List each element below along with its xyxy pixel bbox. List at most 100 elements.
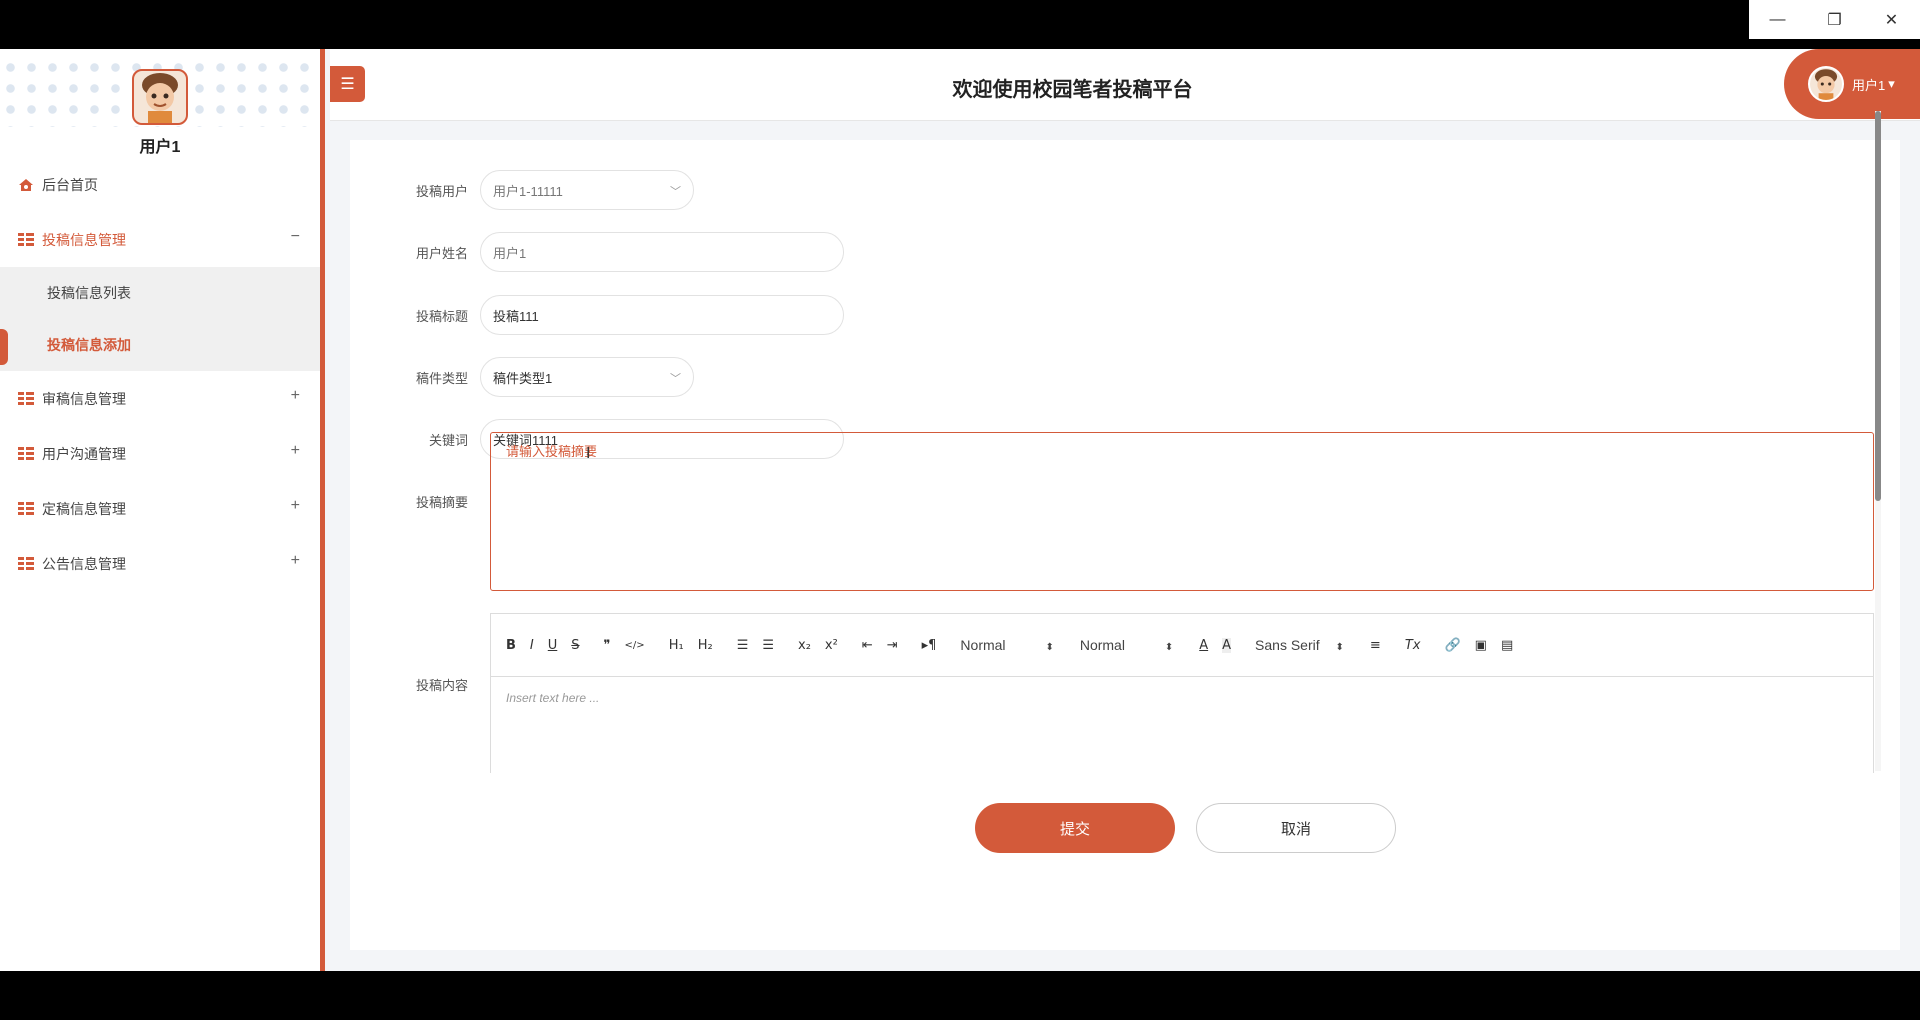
grid-icon <box>18 556 34 571</box>
text-cursor-icon: I <box>586 445 591 462</box>
grid-icon <box>18 446 34 461</box>
sidebar-item-final-management[interactable]: 定稿信息管理 + <box>0 481 320 536</box>
user-menu-name: 用户1 <box>1852 77 1886 93</box>
editor-body[interactable]: Insert text here ... <box>491 677 1873 719</box>
sidebar-item-submission-management[interactable]: 投稿信息管理 − <box>0 212 320 267</box>
grid-icon <box>18 501 34 516</box>
background-color-icon[interactable]: A <box>1222 637 1232 653</box>
avatar-illustration-icon <box>142 73 178 123</box>
link-icon[interactable]: 🔗 <box>1444 638 1460 653</box>
submit-button[interactable]: 提交 <box>975 803 1175 853</box>
os-bottom-bar <box>0 971 1920 1020</box>
image-icon[interactable]: ▣ <box>1475 638 1487 653</box>
submenu-item-submission-list[interactable]: 投稿信息列表 <box>0 267 320 319</box>
type-select[interactable]: 稿件类型1 ﹀ <box>480 357 694 397</box>
submenu-item-submission-add[interactable]: 投稿信息添加 <box>0 319 320 371</box>
grid-icon <box>18 232 34 247</box>
sidebar-item-label: 定稿信息管理 <box>42 500 126 517</box>
text-color-icon[interactable]: A <box>1199 638 1208 653</box>
avatar-illustration-icon <box>1814 69 1838 100</box>
sidebar-menu: 后台首页 投稿信息管理 − 投稿信息列表 投稿信息添加 审稿信息管理 + 用户沟… <box>0 157 320 591</box>
field-username: 用户姓名 用户1 <box>350 232 844 272</box>
chevron-down-icon: ﹀ <box>670 373 681 385</box>
sidebar-item-notice-management[interactable]: 公告信息管理 + <box>0 536 320 591</box>
restore-button[interactable]: ❐ <box>1806 0 1863 39</box>
font-select[interactable]: Sans Serif ⬍ <box>1255 637 1344 653</box>
code-icon[interactable]: </> <box>625 640 645 651</box>
heading1-icon[interactable]: H₁ <box>669 638 684 653</box>
field-abstract-label-row: 投稿摘要 <box>350 492 480 511</box>
field-content-label-row: 投稿内容 <box>350 675 480 694</box>
sidebar-item-label: 审稿信息管理 <box>42 390 126 407</box>
field-label: 关键词 <box>428 432 468 448</box>
superscript-icon[interactable]: x² <box>825 638 838 653</box>
field-label: 投稿内容 <box>415 678 468 693</box>
window-controls: — ❐ ✕ <box>1749 0 1920 39</box>
field-type: 稿件类型 稿件类型1 ﹀ <box>350 357 694 397</box>
abstract-textarea[interactable]: 请输入投稿摘要 <box>490 432 1874 591</box>
expand-icon: + <box>290 387 300 404</box>
text-direction-icon[interactable]: ▸¶ <box>922 638 937 653</box>
minimize-button[interactable]: — <box>1749 0 1806 39</box>
field-label: 投稿标题 <box>415 308 468 324</box>
os-titlebar: — ❐ ✕ <box>0 0 1920 49</box>
chevron-down-icon: ﹀ <box>670 186 681 198</box>
rich-text-editor: B I U S ❞ </> H₁ H₂ ☰ ☰ x₂ x² ⇤ ⇥ ▸¶ Nor… <box>490 613 1874 773</box>
underline-icon[interactable]: U <box>548 638 558 653</box>
scrollbar-thumb[interactable] <box>1875 111 1881 501</box>
cancel-button[interactable]: 取消 <box>1196 803 1396 853</box>
username-input[interactable]: 用户1 <box>480 232 844 272</box>
chevron-down-icon: ▾ <box>1888 76 1895 91</box>
blockquote-icon[interactable]: ❞ <box>604 638 611 653</box>
sidebar-item-communication-management[interactable]: 用户沟通管理 + <box>0 426 320 481</box>
expand-icon: + <box>290 497 300 514</box>
field-label: 投稿摘要 <box>415 495 468 510</box>
field-title: 投稿标题 投稿111 <box>350 295 844 335</box>
indent-icon[interactable]: ⇥ <box>887 638 898 653</box>
user-avatar-small <box>1808 66 1844 102</box>
select-value: 用户1-11111 <box>493 183 563 199</box>
sidebar-item-label: 用户沟通管理 <box>42 445 126 462</box>
video-icon[interactable]: ▤ <box>1501 638 1513 653</box>
ordered-list-icon[interactable]: ☰ <box>737 638 749 653</box>
outdent-icon[interactable]: ⇤ <box>862 638 873 653</box>
grid-icon <box>18 391 34 406</box>
home-icon <box>19 178 33 191</box>
heading2-icon[interactable]: H₂ <box>698 638 713 653</box>
scrollbar[interactable] <box>1875 111 1881 771</box>
subscript-icon[interactable]: x₂ <box>798 638 811 653</box>
textarea-placeholder: 请输入投稿摘要 <box>506 444 598 459</box>
field-label: 稿件类型 <box>415 370 468 386</box>
header-select[interactable]: Normal ⬍ <box>1080 637 1173 653</box>
select-value: Normal <box>1079 637 1125 653</box>
field-submitter: 投稿用户 用户1-11111 ﹀ <box>350 170 694 210</box>
field-label: 投稿用户 <box>415 183 468 199</box>
sort-arrows-icon: ⬍ <box>1335 642 1344 653</box>
italic-icon[interactable]: I <box>530 638 534 653</box>
bullet-list-icon[interactable]: ☰ <box>762 638 774 653</box>
sidebar-item-label: 公告信息管理 <box>42 555 126 572</box>
strikethrough-icon[interactable]: S <box>571 638 579 653</box>
field-label: 用户姓名 <box>415 245 468 261</box>
sidebar-item-label: 投稿信息管理 <box>42 231 126 248</box>
title-input[interactable]: 投稿111 <box>480 295 844 335</box>
expand-icon: + <box>290 442 300 459</box>
user-avatar <box>132 69 188 125</box>
submitter-select[interactable]: 用户1-11111 ﹀ <box>480 170 694 210</box>
close-button[interactable]: ✕ <box>1863 0 1920 39</box>
bold-icon[interactable]: B <box>506 638 516 653</box>
align-icon[interactable]: ≡ <box>1370 638 1381 653</box>
select-value: Sans Serif <box>1255 637 1320 653</box>
user-menu[interactable]: 用户1 ▾ <box>1784 49 1920 119</box>
collapse-icon: − <box>290 228 300 245</box>
expand-icon: + <box>290 552 300 569</box>
sidebar-item-review-management[interactable]: 审稿信息管理 + <box>0 371 320 426</box>
sidebar-username: 用户1 <box>139 139 181 156</box>
sort-arrows-icon: ⬍ <box>1164 642 1174 653</box>
sidebar-item-label: 后台首页 <box>42 176 98 193</box>
page-title: 欢迎使用校园笔者投稿平台 <box>952 79 1193 101</box>
sidebar-item-home[interactable]: 后台首页 <box>0 157 320 212</box>
size-select[interactable]: Normal ⬍ <box>960 637 1053 653</box>
header: ☰ 欢迎使用校园笔者投稿平台 用户1 ▾ <box>330 49 1920 121</box>
clean-format-icon[interactable]: Tx <box>1405 638 1421 653</box>
